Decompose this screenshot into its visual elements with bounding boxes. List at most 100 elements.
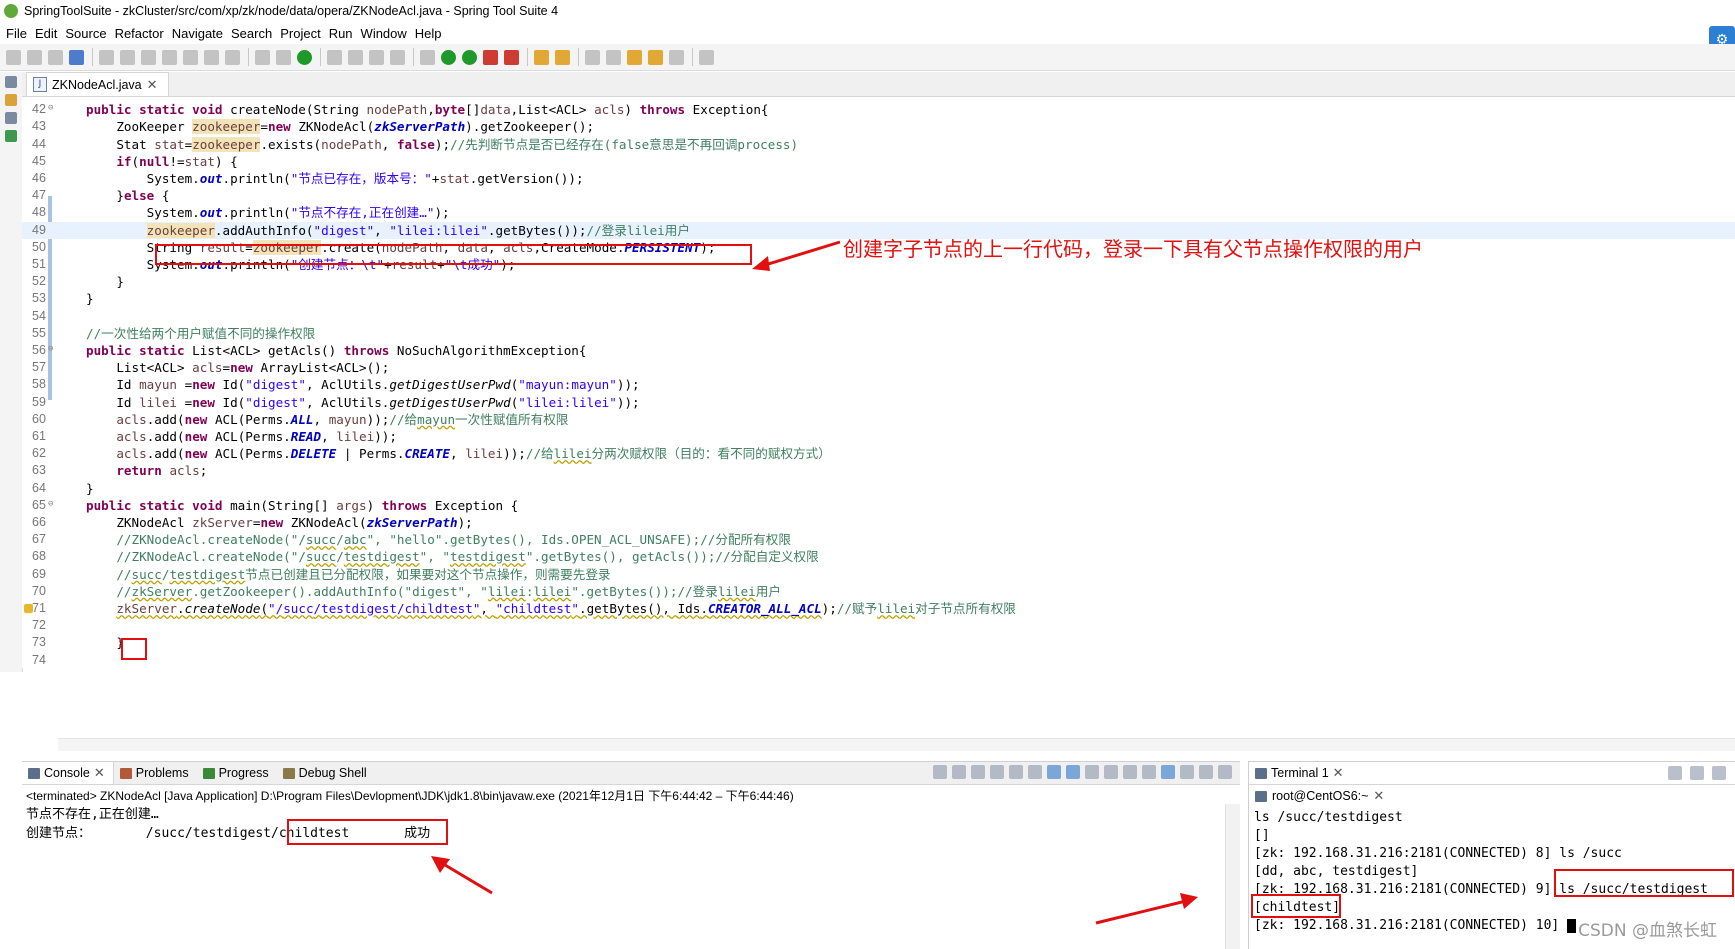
editor-tab-label: ZKNodeAcl.java [52,77,142,92]
code-line: 57 List<ACL> acls=new ArrayList<ACL>(); [32,360,390,376]
close-icon[interactable]: ✕ [147,77,158,93]
terminal-session-tab[interactable]: root@CentOS6:~ ✕ [1255,786,1393,808]
open-folder-icon[interactable] [534,49,549,65]
mark-occurrences-icon[interactable] [348,49,363,65]
menu-project[interactable]: Project [280,23,328,44]
code-line: 61 acls.add(new ACL(Perms.READ, lilei)); [32,429,397,444]
editor-tab-zknodeacl[interactable]: J ZKNodeAcl.java ✕ [26,72,169,96]
minimize-icon[interactable] [1199,765,1213,779]
console-scrollbar[interactable] [1225,804,1240,949]
show-stderr-icon[interactable] [1066,765,1080,779]
terminal-cursor [1567,918,1577,933]
prev-annotation-icon[interactable] [606,49,621,65]
tab-progress[interactable]: Progress [197,762,277,784]
step-into-icon[interactable] [183,49,198,65]
arrow-icon [752,240,841,271]
code-editor[interactable]: 41 42⊖public static void createNode(Stri… [22,84,1735,668]
skip-breakpoints-icon[interactable] [99,49,114,65]
menu-source[interactable]: Source [65,23,114,44]
fold-icon: ⊖ [48,344,54,354]
code-line: 56 ⊖ public static List<ACL> getAcls() thr… [32,343,587,358]
forward-icon[interactable] [669,49,684,65]
select-all-icon[interactable] [1161,765,1175,779]
toggle-block-icon[interactable] [369,49,384,65]
boot-dashboard-icon[interactable] [5,130,17,142]
tab-console[interactable]: Console ✕ [22,762,114,784]
editor-tab-bar: J ZKNodeAcl.java ✕ [22,72,1735,97]
terminal-line: [childtest] [1254,900,1341,915]
menu-search[interactable]: Search [231,23,280,44]
menu-file[interactable]: File [6,23,35,44]
pin-console-icon[interactable] [1085,765,1099,779]
console-output[interactable]: 节点不存在,正在创建… 创建节点： /succ/testdigest/childt… [26,805,430,843]
menu-run[interactable]: Run [329,23,361,44]
code-line: 70 //zkServer.getZookeeper().addAuthInfo… [32,583,781,599]
save-icon[interactable] [27,49,42,65]
menu-help[interactable]: Help [415,23,450,44]
stop-icon[interactable] [483,49,498,65]
spring-boot-icon[interactable] [297,49,312,65]
clear-console-icon[interactable] [990,765,1004,779]
terminate-icon[interactable] [162,49,177,65]
minimize-icon[interactable] [1712,766,1726,780]
tab-debug-shell[interactable]: Debug Shell [277,762,375,784]
new-icon[interactable] [6,49,21,65]
code-line: 72 [32,618,46,633]
next-annotation-icon[interactable] [585,49,600,65]
step-return-icon[interactable] [225,49,240,65]
open-console-icon[interactable] [1123,765,1137,779]
show-whitespace-icon[interactable] [390,49,405,65]
menu-window[interactable]: Window [361,23,415,44]
code-line: 58 Id mayun =new Id("digest", AclUtils.g… [32,377,640,393]
search-icon[interactable] [327,49,342,65]
code-line: 47 }else { [32,188,170,204]
save-all-icon[interactable] [48,49,63,65]
resume-icon[interactable] [120,49,135,65]
java-file-icon: J [33,77,47,92]
terminate-icon[interactable] [952,765,966,779]
menu-navigate[interactable]: Navigate [172,23,231,44]
open-task-icon[interactable] [276,49,291,65]
step-over-icon[interactable] [204,49,219,65]
display-console-icon[interactable] [1104,765,1118,779]
menu-refactor[interactable]: Refactor [115,23,172,44]
close-icon[interactable]: ✕ [1333,765,1344,781]
close-icon[interactable]: ✕ [94,765,105,781]
show-stdout-icon[interactable] [1047,765,1061,779]
terminal-tab-bar: Terminal 1 ✕ [1249,762,1735,785]
disconnect-icon[interactable] [1690,766,1704,780]
restore-icon[interactable] [5,76,17,88]
tab-terminal[interactable]: Terminal 1 ✕ [1249,762,1735,784]
menu-bar: File Edit Source Refactor Navigate Searc… [0,23,1735,44]
debug-icon[interactable] [420,49,435,65]
last-edit-icon[interactable] [627,49,642,65]
terminal-icon[interactable] [69,49,84,65]
open-terminal-icon[interactable] [1668,766,1682,780]
suspend-icon[interactable] [141,49,156,65]
editor-horizontal-scrollbar[interactable] [58,738,1735,751]
word-wrap-icon[interactable] [1028,765,1042,779]
run-icon[interactable] [441,49,456,65]
package-explorer-icon[interactable] [5,94,17,106]
open-type-icon[interactable] [255,49,270,65]
external-tools-icon[interactable] [504,49,519,65]
close-icon[interactable]: ✕ [1373,788,1384,804]
code-line: 65 ⊖ public static void main(String[] args… [32,497,519,513]
outline-icon[interactable] [5,112,17,124]
remove-launch-icon[interactable] [933,765,947,779]
settings-icon[interactable] [1180,765,1194,779]
code-line: 46 System.out.println("节点已存在，版本号："+stat.… [32,171,584,186]
remove-all-icon[interactable] [971,765,985,779]
maximize-icon[interactable] [1218,765,1232,779]
open-perspective-icon[interactable] [699,49,714,65]
coverage-icon[interactable] [462,49,477,65]
menu-edit[interactable]: Edit [35,23,65,44]
tab-problems[interactable]: Problems [114,762,197,784]
code-line: 54 [32,308,46,323]
code-line: 69 //succ/testdigest节点已创建且已分配权限，如果要对这个节点… [32,566,611,582]
back-icon[interactable] [648,49,663,65]
scroll-lock-icon[interactable] [1009,765,1023,779]
copy-icon[interactable] [1142,765,1156,779]
watermark: CSDN @血煞长虹 [1578,921,1717,941]
pen-icon[interactable] [555,49,570,65]
